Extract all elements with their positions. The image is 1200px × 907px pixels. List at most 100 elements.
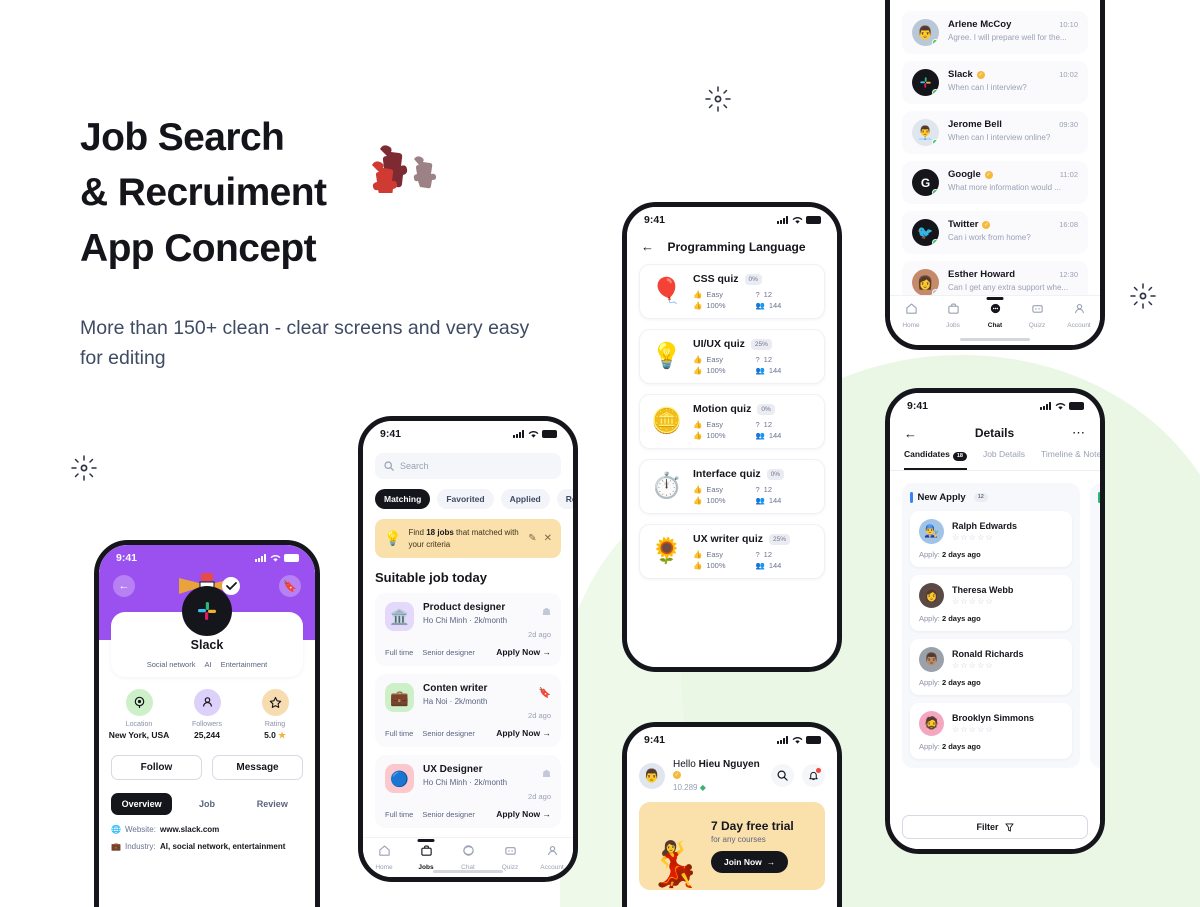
avatar: 👨🏽 — [919, 646, 944, 672]
apply-now-button[interactable]: Apply Now → — [496, 809, 551, 819]
job-title: UX Designer — [423, 764, 483, 776]
quiz-level: 👍 Easy — [693, 355, 724, 364]
quiz-level: 👍 Easy — [693, 290, 724, 299]
quiz-card[interactable]: 💡 UI/UX quiz 25% 👍 Easy ? 12 👍 100% 👥 14… — [639, 329, 825, 384]
candidate-card[interactable]: 👩 Theresa Webb ☆☆☆☆☆ Apply: 2 days ago — [910, 574, 1072, 631]
bookmark-icon[interactable]: ☗ — [542, 769, 551, 780]
search-icon — [777, 770, 788, 781]
nav-jobs[interactable]: Jobs — [932, 302, 974, 329]
nav-home[interactable]: Home — [890, 302, 932, 329]
join-now-button[interactable]: Join Now → — [711, 851, 789, 873]
quiz-people: 👥 144 — [755, 366, 782, 375]
back-button[interactable]: ← — [113, 575, 135, 597]
candidate-card[interactable]: 🧔 Brooklyn Simmons ☆☆☆☆☆ Apply: 2 days a… — [910, 702, 1072, 759]
job-card[interactable]: 🔵 UX Designer Ho Chi Minh · 2k/month ☗ 2… — [375, 755, 561, 829]
tab-job-details[interactable]: Job Details — [983, 449, 1025, 470]
signal-icon — [255, 554, 266, 562]
nav-quizz[interactable]: Quizz — [1016, 302, 1058, 329]
follow-button[interactable]: Follow — [111, 755, 202, 780]
candidate-name: Theresa Webb — [952, 584, 1014, 595]
online-dot — [932, 139, 939, 146]
quiz-progress-badge: 25% — [769, 533, 791, 545]
chat-list-item[interactable]: 👨 Arlene McCoy 10:10 Agree. I will prepa… — [902, 11, 1088, 54]
filter-button[interactable]: Filter — [902, 815, 1088, 839]
back-button[interactable]: ← — [641, 239, 654, 254]
apply-now-button[interactable]: Apply Now → — [496, 728, 551, 738]
status-bar: 9:41 — [627, 727, 837, 753]
rating-stars[interactable]: ☆☆☆☆☆ — [952, 597, 1013, 606]
filter-reject[interactable]: Reject — [556, 489, 573, 509]
verified-badge-icon: ✓ — [984, 170, 993, 179]
chat-list-item[interactable]: 🐦 Twitter ✓ 16:08 Can i work from home? — [902, 211, 1088, 254]
nav-account[interactable]: Account — [531, 844, 573, 871]
chat-name: Jerome Bell — [948, 119, 1002, 130]
filter-matching[interactable]: Matching — [375, 489, 431, 509]
chat-time: 10:02 — [1059, 70, 1078, 79]
job-tag: Senior designer — [422, 647, 475, 657]
quiz-emoji-icon: ⏱️ — [651, 472, 683, 500]
notifications-button[interactable] — [802, 764, 825, 787]
briefcase-icon — [947, 303, 959, 314]
quiz-people: 👥 144 — [755, 301, 782, 310]
bookmark-button[interactable]: 🔖 — [279, 575, 301, 597]
nav-account[interactable]: Account — [1058, 302, 1100, 329]
more-options-icon[interactable]: ⋯ — [1072, 425, 1086, 441]
apply-now-button[interactable]: Apply Now → — [496, 647, 551, 657]
tab-overview[interactable]: Overview — [111, 793, 173, 815]
nav-home[interactable]: Home — [363, 844, 405, 871]
candidate-card[interactable]: 👨🏽 Ronald Richards ☆☆☆☆☆ Apply: 2 days a… — [910, 638, 1072, 695]
edit-icon[interactable]: ✎ — [528, 533, 536, 544]
quiz-question-count: ? 12 — [755, 420, 773, 429]
avatar: 👨‍🔧 — [919, 518, 944, 544]
wifi-icon — [1055, 402, 1065, 410]
status-time: 9:41 — [644, 214, 666, 226]
battery-icon — [806, 216, 821, 224]
tab-candidates[interactable]: Candidates 18 — [904, 449, 967, 470]
apply-date: Apply: 2 days ago — [919, 741, 981, 751]
quiz-card[interactable]: 🌻 UX writer quiz 25% 👍 Easy ? 12 👍 100% … — [639, 524, 825, 579]
close-icon[interactable]: ✕ — [544, 533, 552, 544]
filter-applied[interactable]: Applied — [500, 489, 550, 509]
bookmark-icon[interactable]: 🔖 — [539, 688, 551, 699]
nav-chat[interactable]: Chat — [447, 844, 489, 871]
chat-list-item[interactable]: 👨‍💼 Jerome Bell 09:30 When can I intervi… — [902, 111, 1088, 154]
home-icon — [905, 303, 917, 314]
briefcase-icon — [420, 845, 432, 856]
quiz-card[interactable]: 🎈 CSS quiz 0% 👍 Easy ? 12 👍 100% 👥 144 — [639, 264, 825, 319]
rating-stars[interactable]: ☆☆☆☆☆ — [952, 725, 1034, 734]
promo-banner[interactable]: 💃 7 Day free trial for any courses Join … — [639, 802, 825, 890]
back-button[interactable]: ← — [904, 426, 917, 441]
column-next-partial: S — [1090, 482, 1100, 768]
company-stats: Location New York, USA Followers 25,244 … — [99, 689, 315, 741]
hero-section: Job Search & Recruiment App Concept More… — [80, 110, 550, 373]
rating-stars[interactable]: ☆☆☆☆☆ — [952, 533, 1017, 542]
quiz-card[interactable]: ⏱️ Interface quiz 0% 👍 Easy ? 12 👍 100% … — [639, 459, 825, 514]
battery-icon — [542, 430, 557, 438]
avatar[interactable]: 👨 — [639, 762, 665, 789]
job-tag: Full time — [385, 647, 414, 657]
filter-favorited[interactable]: Favorited — [437, 489, 494, 509]
quiz-title: CSS quiz — [693, 273, 739, 285]
tab-timeline-note[interactable]: Timeline & Note — [1041, 449, 1100, 470]
chat-time: 10:10 — [1059, 20, 1078, 29]
rating-stars[interactable]: ☆☆☆☆☆ — [952, 661, 1024, 670]
chat-list-item[interactable]: Slack ✓ 10:02 When can I interview? — [902, 61, 1088, 104]
phone-mockup-quiz-list: 9:41 ← Programming Language 🎈 CSS quiz 0… — [622, 202, 842, 672]
quiz-rate: 👍 100% — [693, 561, 726, 570]
quiz-card[interactable]: 🪙 Motion quiz 0% 👍 Easy ? 12 👍 100% 👥 14… — [639, 394, 825, 449]
search-input[interactable]: Search — [375, 453, 561, 479]
message-button[interactable]: Message — [212, 755, 303, 780]
search-button[interactable] — [771, 764, 794, 787]
candidate-card[interactable]: 👨‍🔧 Ralph Edwards ☆☆☆☆☆ Apply: 2 days ag… — [910, 510, 1072, 567]
job-card[interactable]: 🏛️ Product designer Ho Chi Minh · 2k/mon… — [375, 593, 561, 667]
candidate-name: Ralph Edwards — [952, 520, 1018, 531]
job-card[interactable]: 💼 Conten writer Ha Noi · 2k/month 🔖 2d a… — [375, 674, 561, 748]
bookmark-icon[interactable]: ☗ — [542, 607, 551, 618]
chat-list-item[interactable]: G Google ✓ 11:02 What more information w… — [902, 161, 1088, 204]
tab-review[interactable]: Review — [242, 793, 303, 815]
nav-chat[interactable]: Chat — [974, 297, 1016, 329]
apply-date: Apply: 2 days ago — [919, 549, 981, 559]
nav-quizz[interactable]: Quizz — [489, 844, 531, 871]
nav-jobs[interactable]: Jobs — [405, 839, 447, 871]
tab-job[interactable]: Job — [176, 793, 237, 815]
